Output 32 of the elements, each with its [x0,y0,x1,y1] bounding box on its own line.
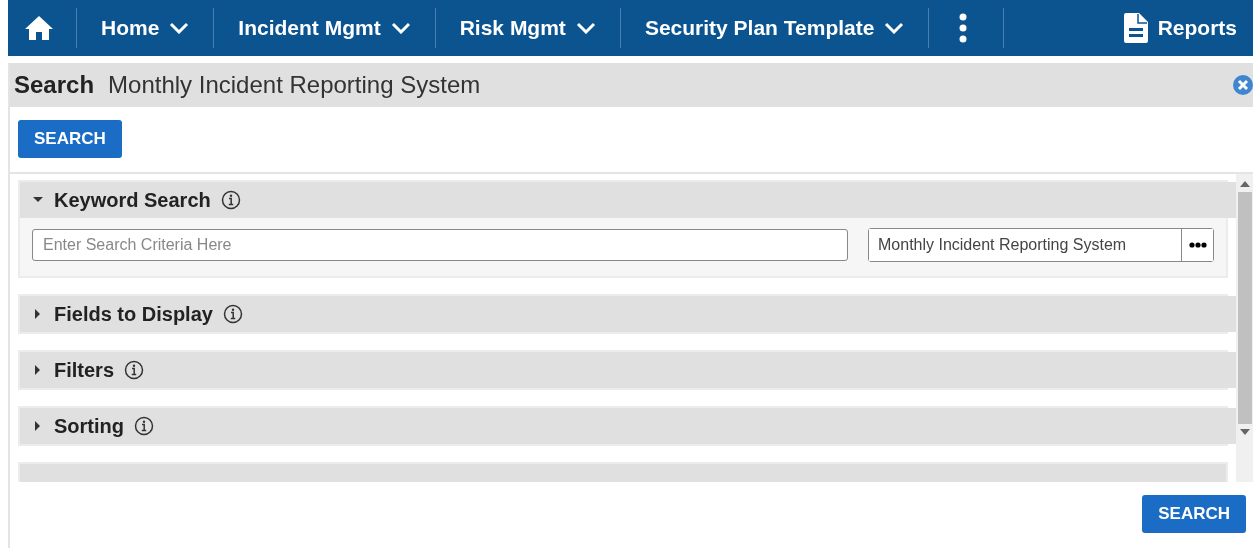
scroll-up-icon[interactable] [1239,180,1250,188]
search-button[interactable]: SEARCH [1142,495,1246,533]
section-title[interactable]: Keyword Search [54,188,211,212]
nav-menu[interactable]: Incident Mgmt [214,8,436,48]
section-title[interactable]: Fields to Display [54,302,213,326]
scope-field[interactable]: Monthly Incident Reporting System [868,228,1214,262]
nav-menu[interactable]: Security Plan Template [620,8,930,48]
scroll-down-icon[interactable] [1239,428,1250,436]
more-icon [959,13,968,43]
info-icon[interactable] [134,416,154,436]
nav-menu[interactable]: Risk Mgmt [435,8,621,48]
chevron-down-icon [169,22,190,34]
chevron-down-icon [390,22,411,34]
page-subtitle: Monthly Incident Reporting System [108,71,481,99]
info-icon[interactable] [220,190,241,210]
chevron-down-icon [575,22,596,34]
search-button[interactable]: SEARCH [18,120,122,158]
section-title[interactable]: Sorting [54,414,124,438]
close-icon[interactable] [1233,75,1253,95]
scrollbar[interactable] [1236,174,1253,482]
info-icon[interactable] [124,360,145,380]
search-field[interactable]: Enter Search Criteria Here [32,229,848,261]
info-icon[interactable] [222,304,243,324]
reports-link[interactable]: Reports [1107,8,1253,48]
nav-menu[interactable]: Home [77,8,215,48]
chevron-down-icon [884,22,905,34]
ellipsis-icon [1188,242,1207,248]
document-icon [1123,13,1148,43]
page-title: Search [14,71,95,99]
more-button[interactable] [1181,229,1213,261]
home-icon [24,15,54,41]
section-title[interactable]: Filters [54,358,115,382]
